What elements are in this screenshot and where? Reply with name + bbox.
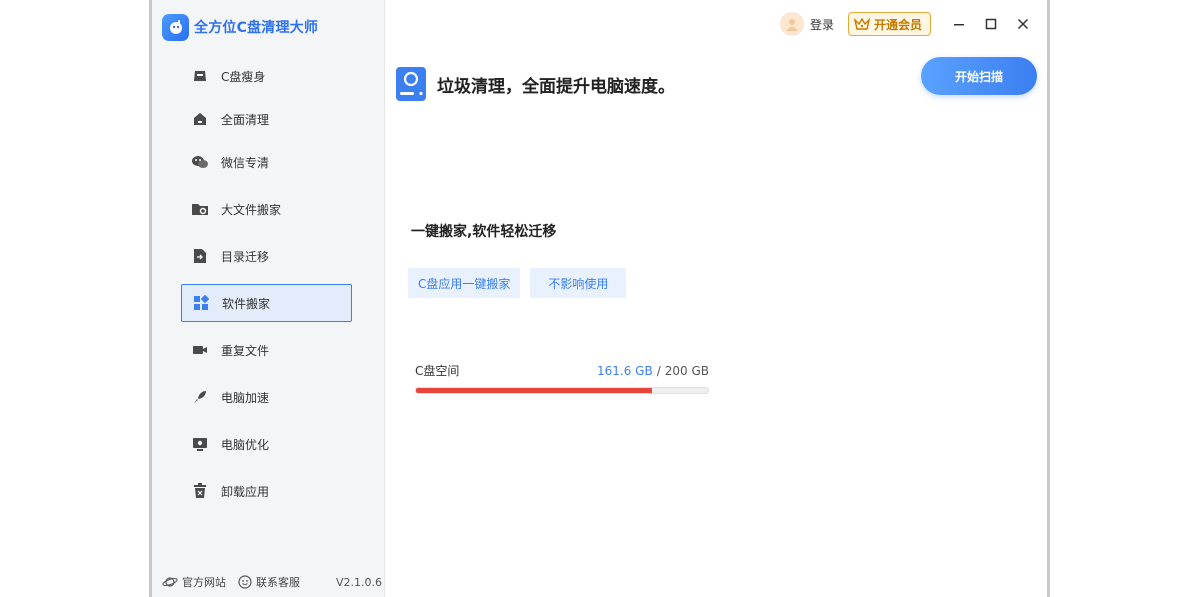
disk-usage-bar	[415, 387, 709, 394]
minimize-icon	[954, 24, 964, 26]
wechat-icon	[191, 153, 209, 171]
disk-usage-fill	[416, 388, 652, 393]
sidebar-item-wechat[interactable]: 微信专清	[181, 143, 352, 181]
sidebar-item-label: C盘瘦身	[221, 69, 266, 84]
sidebar-item-dir-move[interactable]: 目录迁移	[181, 237, 352, 275]
sidebar-item-label: 全面清理	[221, 112, 270, 127]
sidebar-item-full-clean[interactable]: 全面清理	[181, 100, 352, 138]
headline: 垃圾清理，全面提升电脑速度。	[394, 66, 675, 102]
disk-used-value: 161.6 GB	[597, 363, 653, 378]
app-window: 全方位C盘清理大师 C盘瘦身 全面清理 微信专清 大文件搬家 目录迁移 软件搬家…	[149, 0, 1050, 597]
file-move-icon	[191, 247, 209, 265]
official-website-label: 官方网站	[182, 576, 226, 589]
sidebar-item-label: 电脑优化	[221, 437, 270, 452]
trash-icon	[191, 482, 209, 500]
video-icon	[191, 341, 209, 359]
monitor-gear-icon	[191, 435, 209, 453]
sidebar-item-label: 电脑加速	[221, 390, 270, 405]
feature-tag: C盘应用一键搬家	[408, 268, 521, 298]
user-icon	[785, 19, 798, 31]
home-icon	[191, 110, 209, 128]
sidebar-item-label: 卸载应用	[221, 484, 270, 499]
section-title: 一键搬家,软件轻松迁移	[411, 224, 557, 240]
broom-icon	[191, 67, 209, 85]
close-button[interactable]	[1009, 10, 1037, 38]
sidebar-item-label: 目录迁移	[221, 249, 270, 264]
app-title: 全方位C盘清理大师	[194, 20, 319, 36]
folder-search-icon	[191, 200, 209, 218]
close-icon	[1017, 18, 1029, 30]
contact-support-link[interactable]: 联系客服	[238, 574, 300, 590]
sidebar-item-label: 软件搬家	[222, 296, 271, 311]
avatar[interactable]	[779, 12, 804, 36]
feature-tag: 不影响使用	[530, 268, 627, 298]
sidebar-item-big-file[interactable]: 大文件搬家	[181, 190, 352, 228]
sidebar-item-label: 微信专清	[221, 155, 270, 170]
main-panel: 登录 开通会员 垃圾清理，全面提升电脑速度。 开始扫描 一键搬家,软件轻松迁移 …	[386, 0, 1047, 597]
rocket-icon	[191, 388, 209, 406]
sidebar-item-optimize[interactable]: 电脑优化	[181, 425, 352, 463]
page-title: 垃圾清理，全面提升电脑速度。	[437, 76, 675, 97]
sidebar-item-c-slim[interactable]: C盘瘦身	[181, 57, 352, 95]
sidebar-item-label: 大文件搬家	[221, 202, 282, 217]
maximize-button[interactable]	[977, 10, 1005, 38]
login-link[interactable]: 登录	[810, 16, 834, 33]
sidebar-footer: 官方网站 联系客服 V2.1.0.6	[162, 573, 382, 591]
app-logo-icon	[162, 13, 189, 41]
contact-support-label: 联系客服	[256, 576, 300, 589]
planet-icon	[162, 577, 178, 587]
version-label: V2.1.0.6	[335, 575, 382, 589]
sidebar: 全方位C盘清理大师 C盘瘦身 全面清理 微信专清 大文件搬家 目录迁移 软件搬家…	[152, 0, 385, 597]
minimize-button[interactable]	[945, 10, 973, 38]
sidebar-item-label: 重复文件	[221, 343, 270, 358]
feature-tags: C盘应用一键搬家 不影响使用	[408, 268, 636, 298]
start-scan-button[interactable]: 开始扫描	[921, 57, 1037, 95]
hard-disk-icon	[396, 67, 426, 101]
smile-icon	[238, 575, 252, 589]
disk-total-value: 200 GB	[664, 363, 709, 378]
official-website-link[interactable]: 官方网站	[162, 574, 226, 590]
top-bar: 登录 开通会员	[779, 10, 1037, 38]
maximize-icon	[985, 18, 997, 30]
apps-icon	[192, 294, 210, 312]
vip-button[interactable]: 开通会员	[847, 12, 931, 36]
sidebar-item-uninstall[interactable]: 卸载应用	[181, 472, 352, 510]
sidebar-item-software-move[interactable]: 软件搬家	[181, 284, 352, 322]
disk-space-label: C盘空间	[415, 364, 460, 378]
brand: 全方位C盘清理大师	[162, 13, 318, 41]
disk-separator: /	[656, 363, 661, 378]
sidebar-item-duplicate[interactable]: 重复文件	[181, 331, 352, 369]
disk-space-panel: C盘空间 161.6 GB / 200 GB	[415, 362, 709, 394]
crown-icon	[853, 17, 870, 30]
sidebar-item-speedup[interactable]: 电脑加速	[181, 378, 352, 416]
vip-label: 开通会员	[873, 17, 922, 32]
